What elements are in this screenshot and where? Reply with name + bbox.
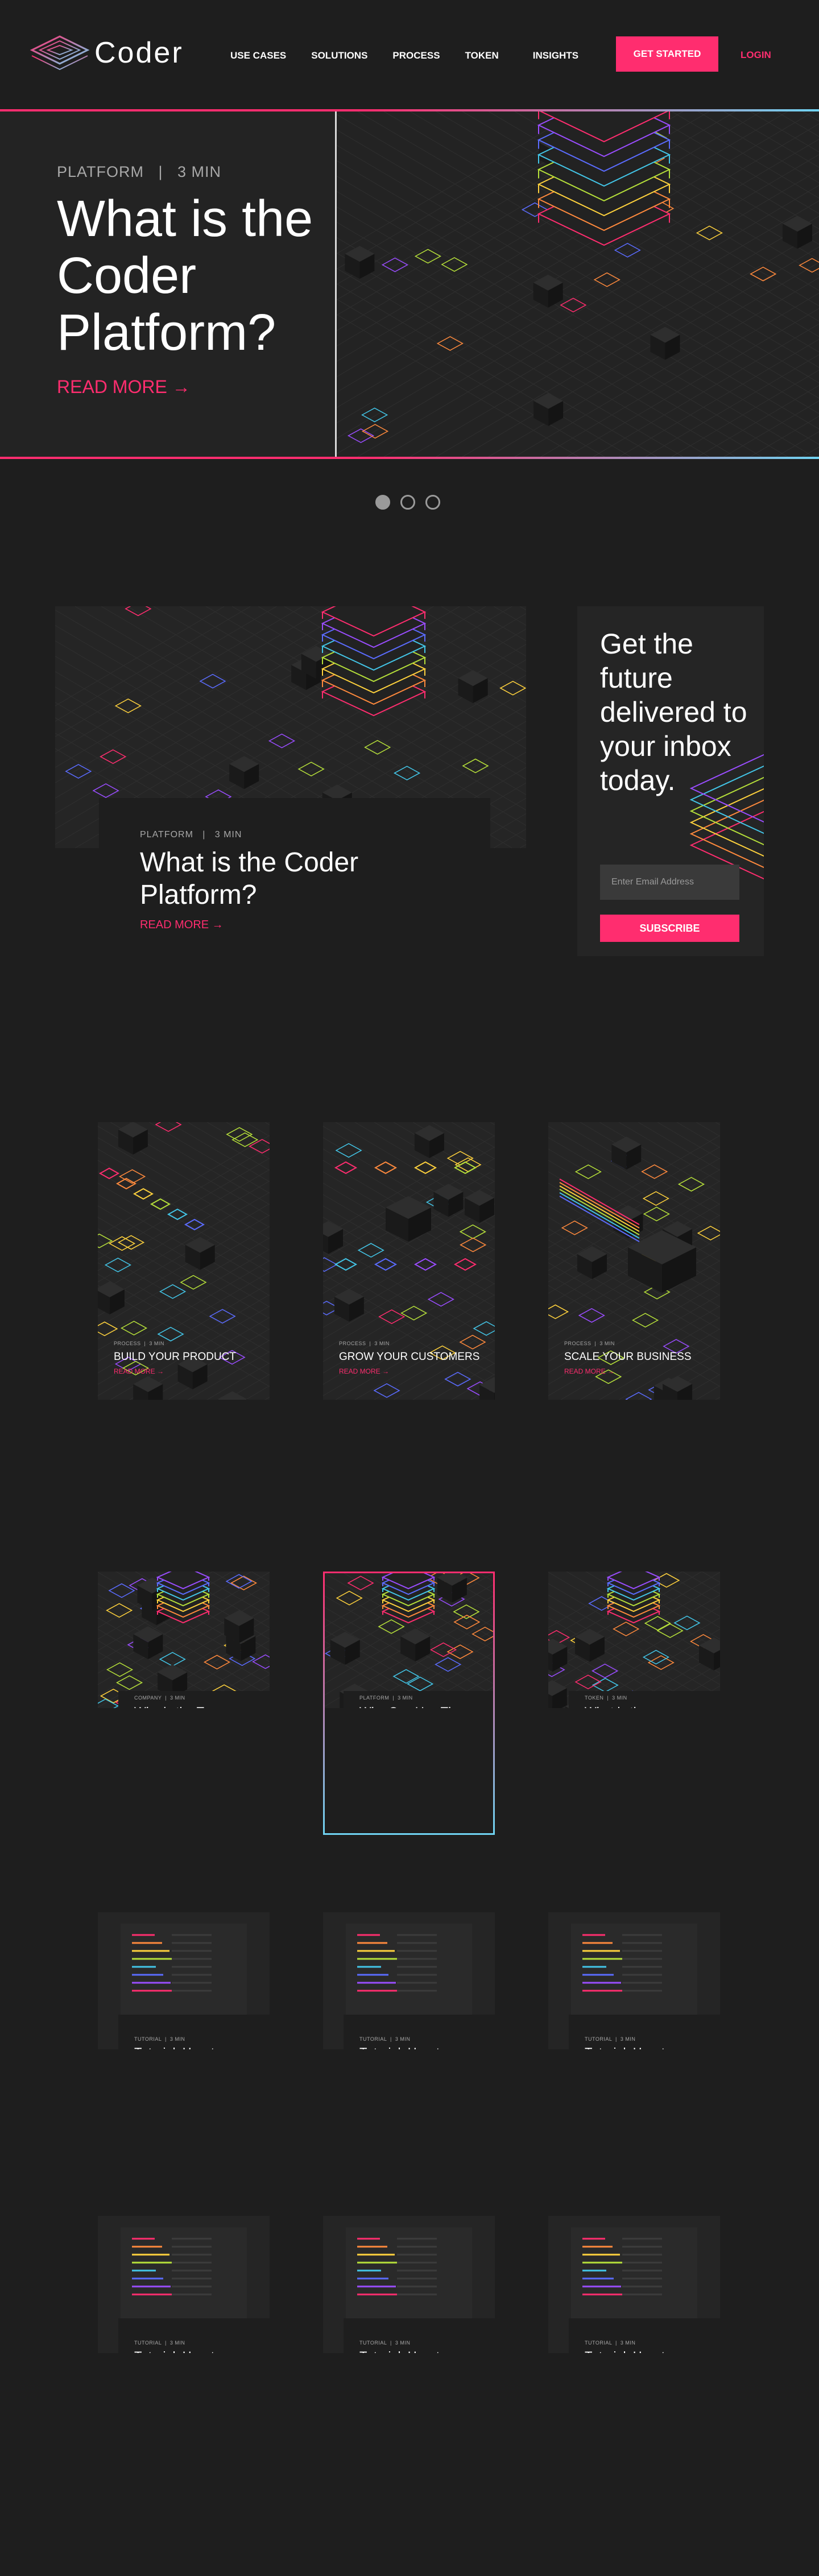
carousel-dot-3[interactable]	[425, 495, 440, 510]
nav-solutions[interactable]: SOLUTIONS	[311, 50, 367, 61]
card-meta: PROCESS | 3 MIN	[564, 1341, 615, 1346]
coder-logo-icon	[30, 35, 90, 71]
carousel-dots	[375, 495, 450, 510]
about-card[interactable]: COMPANY | 3 MIN Who is the Team Behind Co…	[98, 1572, 270, 1708]
card-title: What is the CoderCoin?	[585, 1705, 698, 1708]
feature-read-more-link[interactable]: READ MORE →	[140, 919, 224, 932]
feature-meta: PLATFORM | 3 MIN	[140, 830, 242, 840]
carousel-dot-1[interactable]	[375, 495, 390, 510]
card-title: Tutorial: How to Lock in a Sprint (Coder…	[134, 2350, 248, 2354]
card-meta: COMPANY | 3 MIN	[134, 1695, 185, 1701]
card-meta: TUTORIAL | 3 MIN	[359, 2340, 411, 2346]
use-cases-card[interactable]: PROCESS | 3 MIN GROW YOUR CUSTOMERS READ M…	[323, 1122, 495, 1400]
subscribe-button[interactable]: SUBSCRIBE	[600, 915, 739, 942]
logo-text: Coder	[94, 36, 184, 69]
card-highlight-border	[323, 1572, 495, 1835]
card-title: Tutorial: How to View and Complete Tasks…	[585, 2350, 698, 2354]
tutorials-2-card[interactable]: TUTORIAL | 3 MIN Tutorial: How to View an…	[548, 2216, 720, 2353]
card-title: Tutorial: How to Track My Time (CoderLea…	[359, 2350, 473, 2354]
nav-process[interactable]: PROCESS	[392, 50, 440, 61]
card-read-more-link[interactable]: READ MORE →	[564, 1367, 614, 1375]
card-meta: TUTORIAL | 3 MIN	[359, 2036, 411, 2042]
card-read-more-link[interactable]: READ MORE →	[339, 1367, 389, 1375]
card-title: Tutorial: How to Create and Submit a Spr…	[585, 2046, 698, 2050]
main-menu: USE CASES SOLUTIONS PROCESS TOKEN INSIGH…	[230, 50, 603, 61]
card-title: Who is the Team Behind Coder?	[134, 1705, 248, 1708]
use-cases-card[interactable]: PROCESS | 3 MIN BUILD YOUR PRODUCT READ MO…	[98, 1122, 270, 1400]
card-title: Tutorial: How to Create a Project Roadma…	[359, 2046, 473, 2050]
tutorials-2-card[interactable]: TUTORIAL | 3 MIN Tutorial: How to Track M…	[323, 2216, 495, 2353]
card-meta: TUTORIAL | 3 MIN	[134, 2340, 185, 2346]
nav-token[interactable]: TOKEN	[465, 50, 499, 61]
card-title: SCALE YOUR BUSINESS	[564, 1351, 692, 1363]
card-meta: TOKEN | 3 MIN	[585, 1695, 627, 1701]
isometric-grid-illustration	[548, 1572, 720, 1708]
logo[interactable]: Coder	[28, 33, 184, 73]
card-text-panel	[344, 2318, 495, 2353]
card-meta: PROCESS | 3 MIN	[114, 1341, 164, 1346]
card-text-panel	[344, 2015, 495, 2049]
login-link[interactable]: LOGIN	[741, 49, 771, 61]
card-text-panel	[569, 2015, 720, 2049]
card-meta: TUTORIAL | 3 MIN	[134, 2036, 185, 2042]
tutorials-2-card[interactable]: TUTORIAL | 3 MIN Tutorial: How to Lock in…	[98, 2216, 270, 2353]
hero-meta: PLATFORM | 3 MIN	[57, 163, 222, 180]
subscribe-title: Get the future delivered to your inbox t…	[600, 628, 747, 796]
card-meta: TUTORIAL | 3 MIN	[585, 2340, 636, 2346]
card-title: GROW YOUR CUSTOMERS	[339, 1351, 480, 1363]
tutorials-1-card[interactable]: TUTORIAL | 3 MIN Tutorial: How to Create …	[548, 1912, 720, 2049]
card-meta: TUTORIAL | 3 MIN	[585, 2036, 636, 2042]
nav-insights[interactable]: INSIGHTS	[533, 50, 578, 61]
card-title: Tutorial: How to Navigate the Dashboard …	[134, 2046, 248, 2050]
tutorials-1-card[interactable]: TUTORIAL | 3 MIN Tutorial: How to Create …	[323, 1912, 495, 2049]
use-cases-card[interactable]: PROCESS | 3 MIN SCALE YOUR BUSINESS READ M…	[548, 1122, 720, 1400]
tutorials-1-card[interactable]: TUTORIAL | 3 MIN Tutorial: How to Navigat…	[98, 1912, 270, 2049]
isometric-grid-illustration	[98, 1572, 270, 1708]
top-nav: Coder USE CASES SOLUTIONS PROCESS TOKEN …	[0, 0, 819, 108]
email-input[interactable]	[600, 865, 739, 900]
card-meta: PROCESS | 3 MIN	[339, 1341, 390, 1346]
card-read-more-link[interactable]: READ MORE →	[114, 1367, 164, 1375]
isometric-stack-illustration	[337, 111, 819, 457]
hero-title: What is the Coder Platform?	[57, 191, 313, 361]
card-text-panel	[118, 2015, 270, 2049]
card-text-panel	[118, 2318, 270, 2353]
card-text-panel	[569, 2318, 720, 2353]
feature-title: What is the Coder Platform?	[140, 847, 359, 910]
nav-use-cases[interactable]: USE CASES	[230, 50, 286, 61]
carousel-dot-2[interactable]	[400, 495, 415, 510]
hero-read-more-link[interactable]: READ MORE →	[57, 377, 191, 398]
get-started-button[interactable]: GET STARTED	[616, 36, 718, 72]
hero-gradient-border-bottom	[0, 457, 819, 459]
card-title: BUILD YOUR PRODUCT	[114, 1351, 237, 1363]
about-card[interactable]: TOKEN | 3 MINWhat is the CoderCoin?READ …	[548, 1572, 720, 1708]
